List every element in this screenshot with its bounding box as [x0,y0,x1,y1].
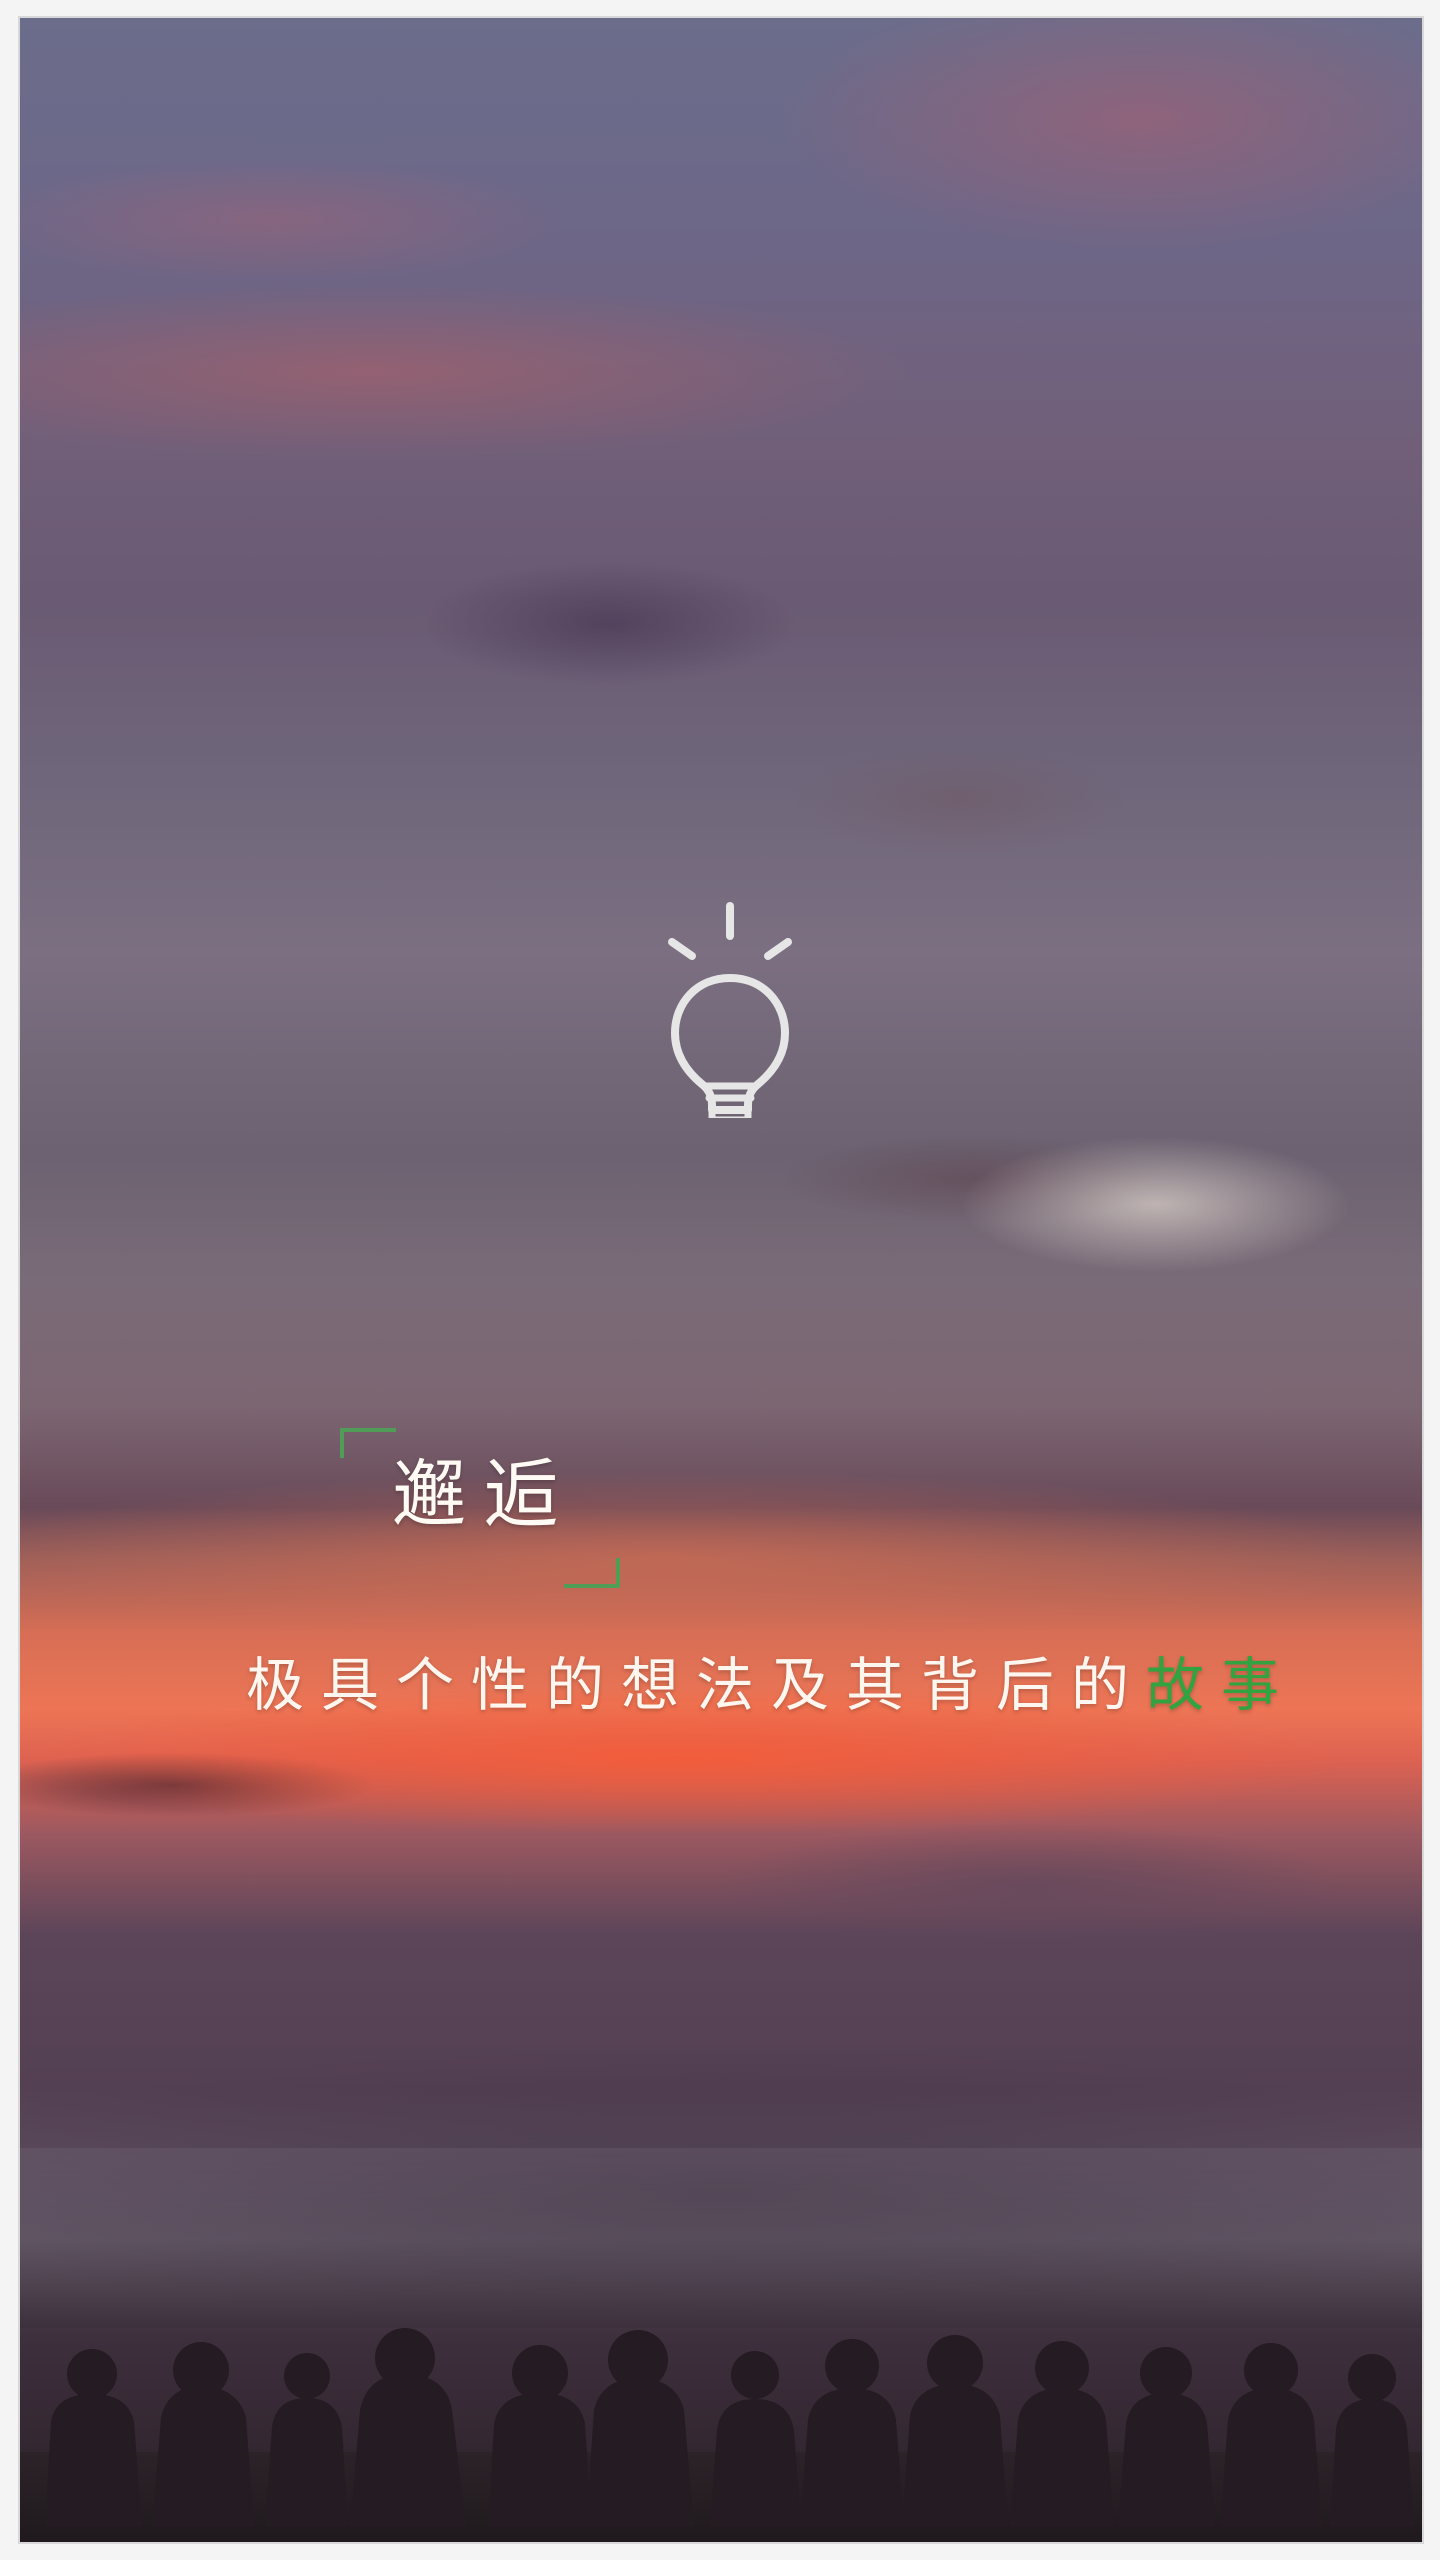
screen-frame: 邂逅 极具个性的想法及其背后的故事 [0,0,1440,2560]
page-title: 邂逅 [392,1452,576,1538]
tagline-highlight: 故事 [1146,1651,1297,1719]
crowd-silhouette [20,2328,1422,2542]
tagline-main: 极具个性的想法及其背后的 [246,1651,1147,1719]
tagline: 极具个性的想法及其背后的故事 [246,1656,1279,1714]
title-block: 邂逅 [340,1428,620,1588]
corner-bracket-bottom-right [564,1558,620,1588]
sea-light-overlay [20,2148,1422,2328]
lightbulb-icon [640,878,820,1124]
corner-bracket-top-left [340,1428,396,1458]
splash-screen: 邂逅 极具个性的想法及其背后的故事 [18,16,1424,2544]
